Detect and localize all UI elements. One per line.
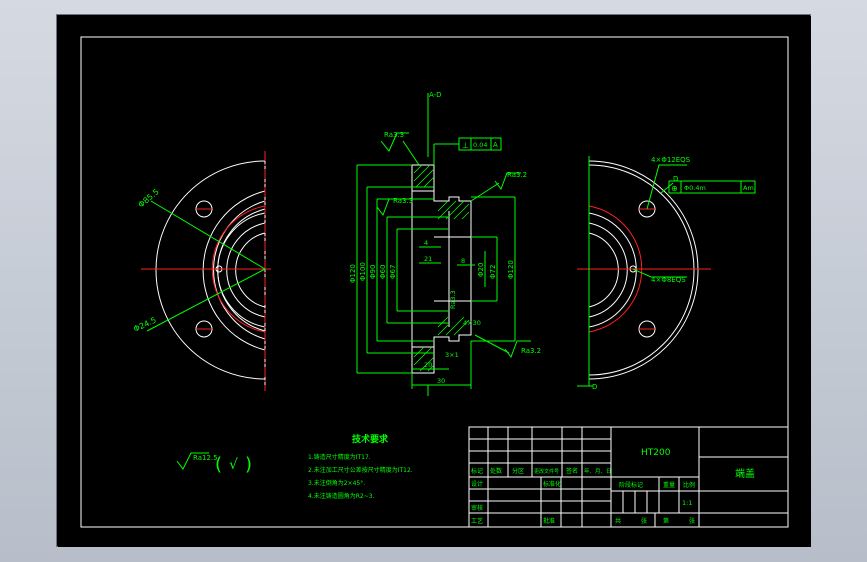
tolerance-datum: A (493, 141, 498, 149)
section-dim-bottom-2: 30 (437, 377, 445, 385)
material-label: HT200 (641, 448, 671, 458)
tb-approve: 批准 (543, 517, 555, 525)
section-dim-l5: Φ67 (389, 265, 397, 279)
tb-scale-value: 1:1 (682, 499, 692, 507)
roughness-paren-open: ( (215, 454, 222, 475)
tolerance-symbol: ⊥ (462, 141, 469, 150)
tech-requirement-4: 4.未注铸造圆角为R2~3. (308, 492, 375, 500)
section-dim-r1: Φ120 (507, 260, 515, 279)
tb-header-sign: 签名 (566, 467, 578, 475)
section-marker-bottom: D (592, 383, 597, 391)
section-dim-l1: Φ120 (349, 264, 357, 283)
roughness-value: Ra12.5 (193, 454, 218, 462)
tb-header-doc: 更改文件号 (534, 468, 559, 475)
tb-scale: 比例 (683, 481, 695, 489)
tb-standard: 标准化 (543, 480, 561, 488)
roughness-paren-close: ) (245, 454, 252, 475)
section-dim-inner-3: 8 (461, 257, 465, 265)
section-dim-inner-1: 4 (424, 239, 428, 247)
section-dim-l3: Φ90 (369, 265, 377, 279)
tolerance-value: 0.04 (473, 141, 487, 149)
roughness-check: √ (229, 457, 238, 473)
tb-design: 设计 (471, 480, 483, 488)
right-marker: D (673, 175, 678, 183)
section-ra-upper: Ra3.2 (507, 171, 527, 179)
tb-header-mark: 标记 (471, 467, 483, 475)
right-top-callout: 4×Φ12EQS (651, 156, 691, 164)
section-ra-top: Ra3.3 (384, 131, 404, 139)
tb-header-date: 年、月、日 (584, 467, 612, 475)
tb-stage: 阶段标记 (619, 481, 643, 489)
section-ra-inner: Ra3.3 (449, 290, 457, 309)
tb-header-zone: 分区 (512, 467, 524, 475)
position-symbol: ⊕ (671, 184, 678, 193)
section-dim-inner-2: 21 (424, 255, 432, 263)
tb-header-count: 处数 (490, 467, 502, 475)
tech-requirement-1: 1.铸造尺寸精度为IT17. (308, 453, 371, 461)
tb-sheet-no-unit: 张 (689, 517, 695, 525)
section-dim-bottom-1: 20 (424, 361, 432, 369)
section-dim-step: 3×1 (445, 351, 459, 359)
section-dim-r3: Φ72 (489, 265, 497, 279)
position-datum: Am (743, 184, 754, 192)
tb-weight: 重量 (663, 481, 675, 489)
tech-requirement-3: 3.未注倒角为2×45°. (308, 479, 365, 487)
section-marker-top: A-D (429, 91, 442, 99)
right-bottom-callout: 4×Φ8EQS (651, 276, 686, 284)
tb-review: 审核 (471, 504, 483, 512)
tech-requirement-2: 2.未注加工尺寸公差按尺寸精度为IT12. (308, 466, 413, 474)
drawing-sheet: Φ85.5 Φ24.5 A-D ⊥ 0.04 A Ra3.3 Ra3.2 Ra3… (58, 16, 811, 547)
section-ra-bottom: Ra3.2 (521, 347, 541, 355)
section-dim-l4: Φ60 (379, 265, 387, 279)
position-value: Φ0.4m (684, 184, 706, 192)
tech-requirements-title: 技术要求 (352, 433, 389, 445)
tb-process: 工艺 (471, 517, 483, 525)
section-dim-r2: Φ20 (477, 263, 485, 277)
tb-sheet-no: 第 (663, 517, 669, 525)
tb-sheet-total: 共 (615, 517, 621, 525)
section-dim-chamfer: 4×30 (463, 319, 481, 327)
section-dim-l2: Φ100 (359, 262, 367, 281)
section-ra-left: Ra3.3 (393, 197, 413, 205)
cad-window: Φ85.5 Φ24.5 A-D ⊥ 0.04 A Ra3.3 Ra3.2 Ra3… (0, 0, 867, 562)
drawing-viewport[interactable]: Φ85.5 Φ24.5 A-D ⊥ 0.04 A Ra3.3 Ra3.2 Ra3… (56, 14, 811, 547)
part-name: 端盖 (735, 467, 755, 480)
tb-sheet-total-unit: 张 (641, 517, 647, 525)
